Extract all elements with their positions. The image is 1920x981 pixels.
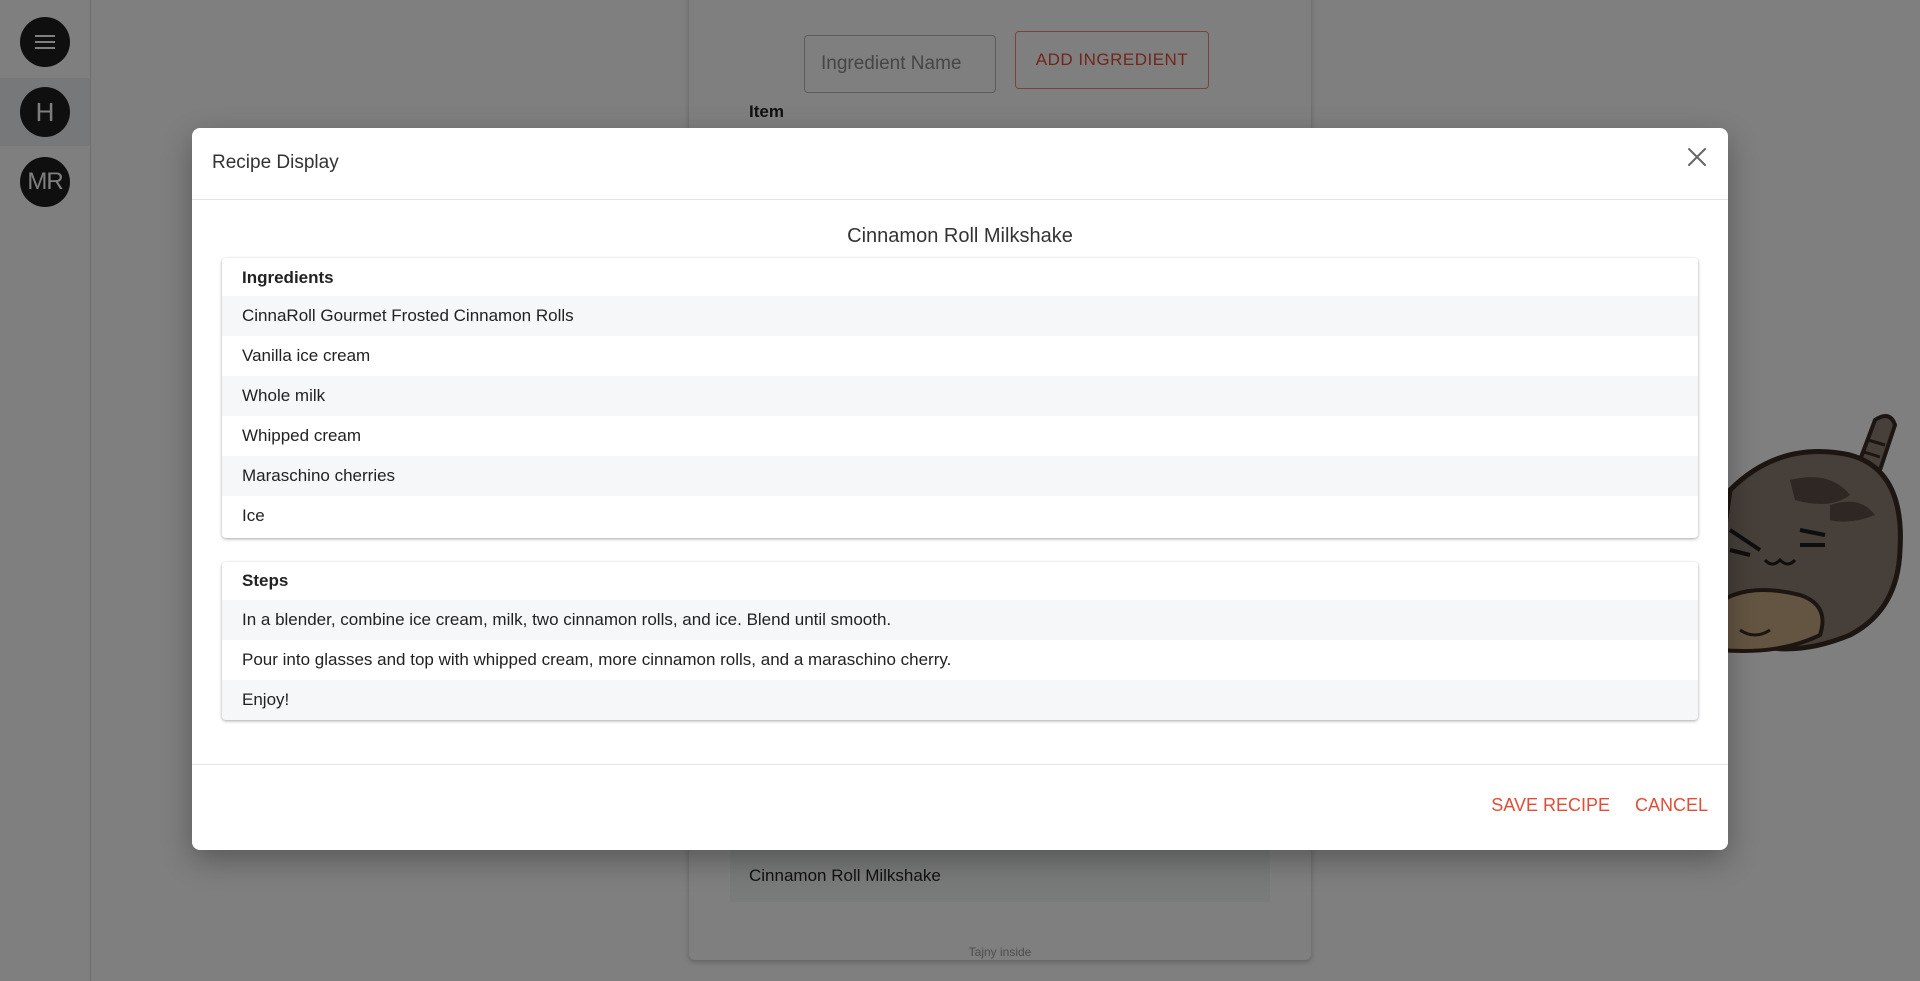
step-item: In a blender, combine ice cream, milk, t… (222, 600, 1698, 640)
ingredients-title: Ingredients (242, 268, 334, 287)
close-button[interactable] (1682, 142, 1712, 172)
cancel-button[interactable]: CANCEL (1635, 795, 1708, 816)
close-icon (1688, 148, 1706, 166)
ingredient-item: Vanilla ice cream (222, 336, 1698, 376)
step-item: Pour into glasses and top with whipped c… (222, 640, 1698, 680)
step-item: Enjoy! (222, 680, 1698, 720)
ingredient-item: Maraschino cherries (222, 456, 1698, 496)
page: H MR ADD INGREDIENT Item Cinnamon Roll M… (0, 0, 1920, 981)
steps-list: In a blender, combine ice cream, milk, t… (222, 600, 1698, 720)
ingredient-item: Whipped cream (222, 416, 1698, 456)
recipe-name: Cinnamon Roll Milkshake (847, 225, 1073, 247)
steps-section: Steps In a blender, combine ice cream, m… (222, 562, 1698, 720)
steps-title: Steps (242, 571, 289, 590)
dialog-footer: SAVE RECIPE CANCEL (192, 764, 1728, 850)
ingredients-list: CinnaRoll Gourmet Frosted Cinnamon Rolls… (222, 296, 1698, 536)
recipe-display-dialog: Recipe Display Cinnamon Roll Milkshake I… (192, 128, 1728, 850)
save-recipe-button[interactable]: SAVE RECIPE (1491, 795, 1610, 816)
dialog-title: Recipe Display (212, 152, 339, 173)
ingredient-item: Ice (222, 496, 1698, 536)
ingredient-item: CinnaRoll Gourmet Frosted Cinnamon Rolls (222, 296, 1698, 336)
ingredients-section: Ingredients CinnaRoll Gourmet Frosted Ci… (222, 258, 1698, 538)
ingredient-item: Whole milk (222, 376, 1698, 416)
dialog-header: Recipe Display (192, 128, 1728, 200)
